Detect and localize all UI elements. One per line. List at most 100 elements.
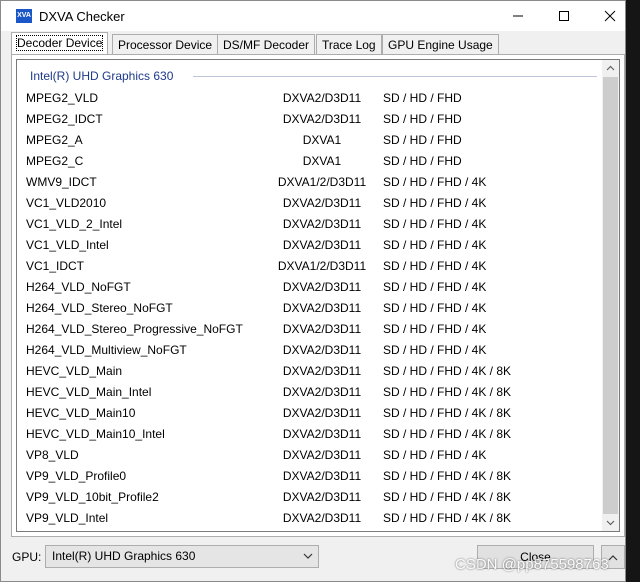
tab-decoder-device[interactable]: Decoder Device — [11, 32, 109, 55]
tab-trace-log[interactable]: Trace Log — [316, 34, 382, 54]
list-item[interactable]: VC1_IDCT DXVA1/2/D3D11 SD / HD / FHD / 4K — [17, 256, 607, 277]
list-item[interactable]: H264_VLD_Stereo_Progressive_NoFGT DXVA2/D… — [17, 319, 607, 340]
chevron-up-icon — [606, 65, 615, 71]
decoder-resolutions: SD / HD / FHD / 4K / 8K — [383, 385, 512, 399]
decoder-name: H264_VLD_Stereo_NoFGT — [26, 301, 173, 315]
app-icon: XVA — [16, 9, 32, 23]
decoder-name: VP9_VLD_Profile0 — [26, 469, 127, 483]
list-item[interactable]: WMV9_IDCT DXVA1/2/D3D11 SD / HD / FHD / 4K — [17, 172, 607, 193]
decoder-resolutions: SD / HD / FHD / 4K — [383, 343, 487, 357]
decoder-name: MPEG2_IDCT — [26, 112, 103, 126]
chevron-up-icon — [608, 555, 618, 561]
group-divider — [193, 76, 597, 77]
list-item[interactable]: VP9_VLD_Intel DXVA2/D3D11 SD / HD / FHD / … — [17, 508, 607, 529]
list-item[interactable]: MPEG2_VLD DXVA2/D3D11 SD / HD / FHD — [17, 88, 607, 109]
list-item[interactable]: HEVC_VLD_Main_Intel DXVA2/D3D11 SD / HD / … — [17, 382, 607, 403]
list-item[interactable]: HEVC_VLD_Main DXVA2/D3D11 SD / HD / FHD / … — [17, 361, 607, 382]
tab-label: GPU Engine Usage — [388, 38, 493, 52]
decoder-list[interactable]: Intel(R) UHD Graphics 630 MPEG2_VLD DXVA2… — [16, 59, 620, 532]
vertical-scrollbar[interactable] — [602, 60, 619, 531]
list-item[interactable]: H264_VLD_Multiview_NoFGT DXVA2/D3D11 SD / … — [17, 340, 607, 361]
list-item[interactable]: VP8_VLD DXVA2/D3D11 SD / HD / FHD / 4K — [17, 445, 607, 466]
decoder-resolutions: SD / HD / FHD / 4K / 8K — [383, 427, 512, 441]
list-item[interactable]: H264_VLD_Stereo_NoFGT DXVA2/D3D11 SD / HD … — [17, 298, 607, 319]
decoder-resolutions: SD / HD / FHD / 4K — [383, 259, 487, 273]
decoder-resolutions: SD / HD / FHD / 4K — [383, 196, 487, 210]
decoder-api: DXVA2/D3D11 — [282, 343, 362, 357]
list-item[interactable]: HEVC_VLD_Main10_Intel DXVA2/D3D11 SD / HD … — [17, 424, 607, 445]
list-item[interactable]: H264_VLD_NoFGT DXVA2/D3D11 SD / HD / FHD /… — [17, 277, 607, 298]
app-window: XVA DXVA Checker Decoder Device Processo… — [0, 0, 626, 582]
decoder-api: DXVA2/D3D11 — [282, 511, 362, 525]
decoder-name: HEVC_VLD_Main_Intel — [26, 385, 152, 399]
list-item[interactable]: VP9_VLD_10bit_Profile2 DXVA2/D3D11 SD / HD… — [17, 487, 607, 508]
decoder-resolutions: SD / HD / FHD / 4K — [383, 217, 487, 231]
decoder-resolutions: SD / HD / FHD — [383, 91, 462, 105]
decoder-name: H264_VLD_Stereo_Progressive_NoFGT — [26, 322, 243, 336]
decoder-name: MPEG2_VLD — [26, 91, 99, 105]
decoder-api: DXVA2/D3D11 — [282, 217, 362, 231]
decoder-api: DXVA1 — [302, 154, 342, 168]
maximize-icon — [559, 11, 569, 21]
scroll-up-button[interactable] — [602, 60, 619, 77]
close-icon — [604, 10, 616, 22]
decoder-name: H264_VLD_Multiview_NoFGT — [26, 343, 187, 357]
decoder-resolutions: SD / HD / FHD / 4K / 8K — [383, 511, 512, 525]
decoder-api: DXVA2/D3D11 — [282, 385, 362, 399]
decoder-name: VC1_VLD2010 — [26, 196, 107, 210]
title-bar[interactable]: XVA DXVA Checker — [1, 1, 625, 31]
tab-label: Decoder Device — [15, 35, 104, 51]
decoder-resolutions: SD / HD / FHD — [383, 112, 462, 126]
tab-ds-mf-decoder[interactable]: DS/MF Decoder — [217, 34, 316, 54]
decoder-api: DXVA2/D3D11 — [282, 406, 362, 420]
minimize-button[interactable] — [495, 1, 541, 31]
decoder-resolutions: SD / HD / FHD / 4K — [383, 280, 487, 294]
decoder-resolutions: SD / HD / FHD / 4K / 8K — [383, 364, 512, 378]
decoder-api: DXVA2/D3D11 — [282, 427, 362, 441]
decoder-name: HEVC_VLD_Main10 — [26, 406, 136, 420]
decoder-name: HEVC_VLD_Main — [26, 364, 123, 378]
scroll-thumb[interactable] — [603, 77, 618, 514]
tab-gpu-engine-usage[interactable]: GPU Engine Usage — [382, 34, 499, 54]
list-item[interactable]: VC1_VLD_Intel DXVA2/D3D11 SD / HD / FHD / … — [17, 235, 607, 256]
gpu-select[interactable]: Intel(R) UHD Graphics 630 — [45, 545, 319, 568]
decoder-api: DXVA2/D3D11 — [282, 238, 362, 252]
tab-label: Processor Device — [118, 38, 213, 52]
watermark: CSDN @pp875598763 — [455, 556, 609, 573]
decoder-api: DXVA2/D3D11 — [282, 112, 362, 126]
decoder-resolutions: SD / HD / FHD / 4K — [383, 238, 487, 252]
maximize-button[interactable] — [541, 1, 587, 31]
decoder-name: MPEG2_C — [26, 154, 84, 168]
decoder-resolutions: SD / HD / FHD / 4K — [383, 175, 487, 189]
gpu-label: GPU: — [12, 550, 42, 564]
tab-label: Trace Log — [322, 38, 376, 52]
chevron-down-icon — [303, 553, 313, 559]
decoder-api: DXVA2/D3D11 — [282, 196, 362, 210]
decoder-api: DXVA2/D3D11 — [282, 448, 362, 462]
decoder-api: DXVA1 — [302, 133, 342, 147]
group-header: Intel(R) UHD Graphics 630 — [30, 69, 174, 83]
list-item[interactable]: MPEG2_IDCT DXVA2/D3D11 SD / HD / FHD — [17, 109, 607, 130]
tab-processor-device[interactable]: Processor Device — [112, 34, 219, 54]
list-item[interactable]: MPEG2_C DXVA1 SD / HD / FHD — [17, 151, 607, 172]
window-title: DXVA Checker — [39, 9, 125, 24]
decoder-resolutions: SD / HD / FHD / 4K — [383, 448, 487, 462]
chevron-down-icon — [606, 520, 615, 526]
list-item[interactable]: VP9_VLD_Profile0 DXVA2/D3D11 SD / HD / FHD… — [17, 466, 607, 487]
decoder-name: VP9_VLD_10bit_Profile2 — [26, 490, 159, 504]
decoder-api: DXVA2/D3D11 — [282, 490, 362, 504]
list-item[interactable]: VC1_VLD2010 DXVA2/D3D11 SD / HD / FHD / 4K — [17, 193, 607, 214]
decoder-resolutions: SD / HD / FHD / 4K — [383, 322, 487, 336]
list-item[interactable]: HEVC_VLD_Main10 DXVA2/D3D11 SD / HD / FHD … — [17, 403, 607, 424]
gpu-select-value: Intel(R) UHD Graphics 630 — [52, 549, 196, 563]
list-item[interactable]: MPEG2_A DXVA1 SD / HD / FHD — [17, 130, 607, 151]
scroll-down-button[interactable] — [602, 514, 619, 531]
decoder-name: VP8_VLD — [26, 448, 79, 462]
decoder-name: MPEG2_A — [26, 133, 83, 147]
decoder-api: DXVA1/2/D3D11 — [277, 259, 367, 273]
decoder-resolutions: SD / HD / FHD / 4K / 8K — [383, 406, 512, 420]
decoder-name: VC1_VLD_Intel — [26, 238, 109, 252]
decoder-resolutions: SD / HD / FHD / 4K / 8K — [383, 490, 512, 504]
list-item[interactable]: VC1_VLD_2_Intel DXVA2/D3D11 SD / HD / FHD … — [17, 214, 607, 235]
decoder-resolutions: SD / HD / FHD / 4K / 8K — [383, 469, 512, 483]
